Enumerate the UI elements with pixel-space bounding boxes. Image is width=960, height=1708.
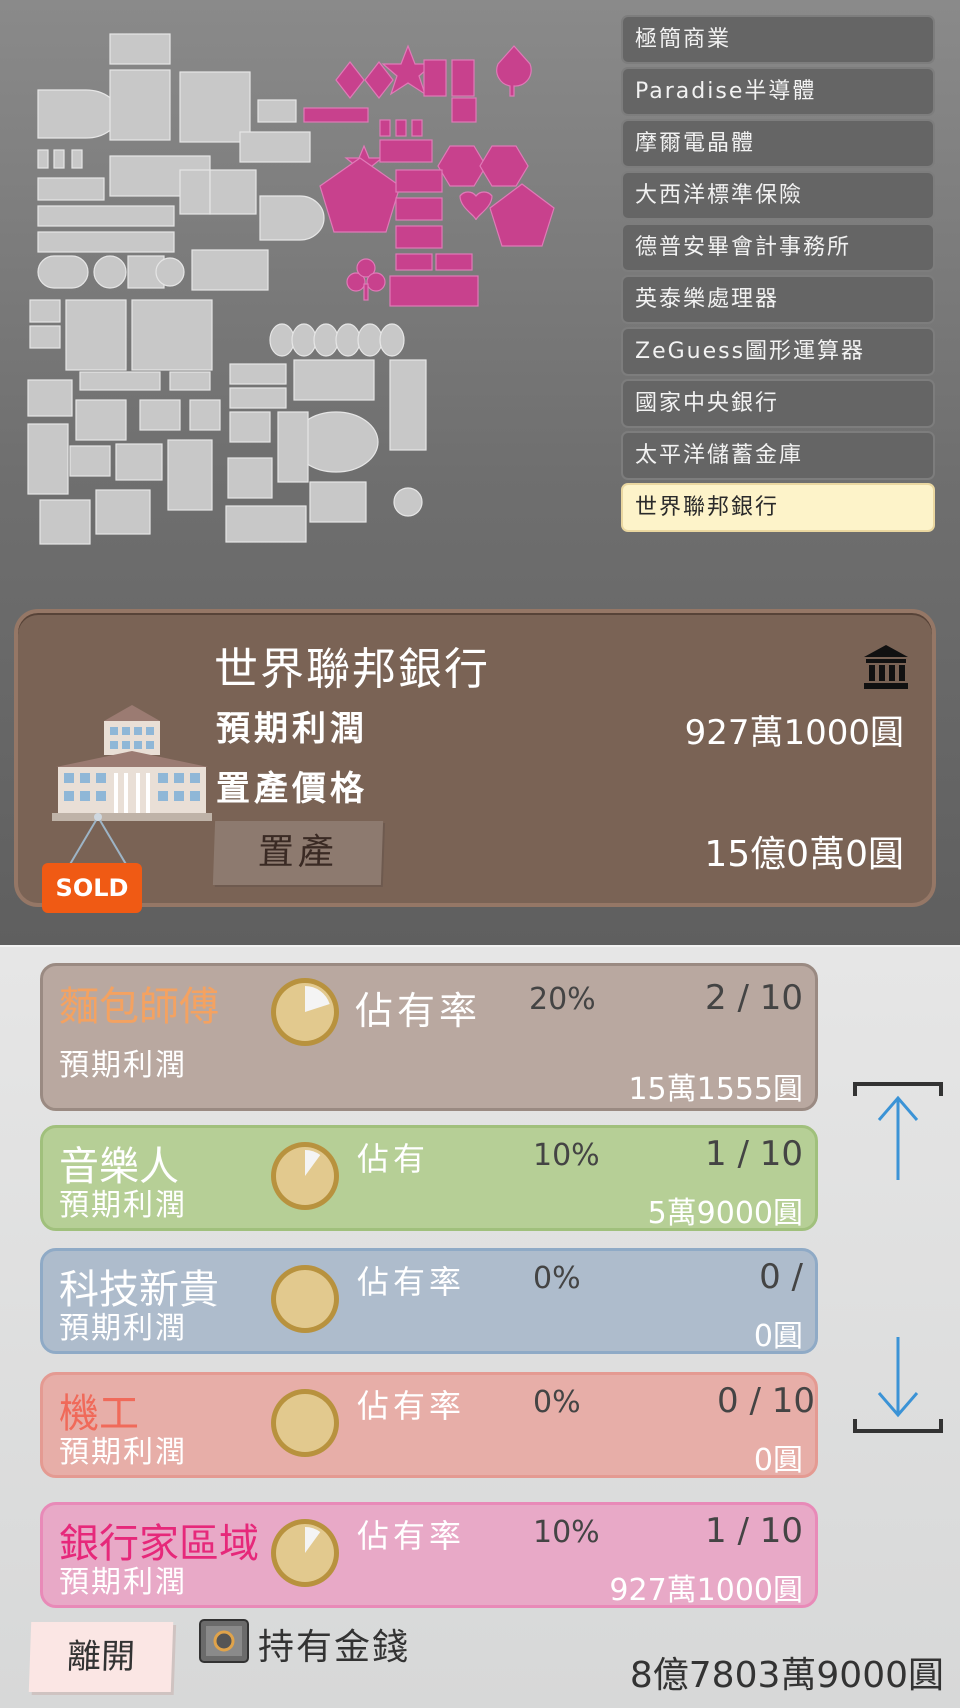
- money-value: 8億7803萬9000圓: [629, 1655, 944, 1696]
- property-detail-panel: 世界聯邦銀行 預期利潤 927萬1000圓 置產價格 15億0萬0圓 置產 SO…: [14, 609, 936, 913]
- share-label: 佔有率: [357, 1517, 466, 1555]
- zone-profit-value: 0圓: [753, 1319, 803, 1354]
- zone-profit-label: 預期利潤: [59, 1435, 187, 1470]
- share-pie-icon: [271, 1389, 339, 1457]
- share-label: 佔有: [357, 1140, 430, 1178]
- company-list-item[interactable]: 大西洋標準保險: [621, 171, 935, 220]
- price-label: 置產價格: [216, 769, 368, 809]
- share-pie-icon: [271, 1265, 339, 1333]
- share-pie-icon: [271, 1519, 339, 1587]
- price-value: 15億0萬0圓: [704, 834, 904, 875]
- property-name: 世界聯邦銀行: [214, 644, 490, 695]
- zone-profit-label: 預期利潤: [59, 1048, 187, 1083]
- share-pie-icon: [271, 978, 339, 1046]
- share-pie-icon: [271, 1142, 339, 1210]
- share-count: 1 / 10: [705, 1511, 803, 1551]
- zone-profit-label: 預期利潤: [59, 1188, 187, 1223]
- share-label: 佔有率: [355, 989, 482, 1033]
- share-count: 0 /: [759, 1257, 803, 1297]
- company-list-item[interactable]: ZeGuess圖形運算器: [621, 327, 935, 376]
- share-percent: 10%: [533, 1138, 600, 1173]
- buy-button[interactable]: 置產: [212, 821, 384, 885]
- leave-button[interactable]: 離開: [28, 1622, 174, 1692]
- zone-profit-label: 預期利潤: [59, 1311, 187, 1346]
- zone-profit-label: 預期利潤: [59, 1565, 187, 1600]
- share-count: 0 / 10: [717, 1381, 815, 1421]
- city-map[interactable]: [20, 20, 620, 560]
- company-list-item[interactable]: 德普安畢會計事務所: [621, 223, 935, 272]
- zone-card[interactable]: 麵包師傅預期利潤 佔有率 20% 2 / 10 15萬1555圓: [40, 963, 818, 1111]
- company-list-item[interactable]: 世界聯邦銀行: [621, 483, 935, 532]
- safe-icon: [199, 1619, 249, 1663]
- share-label: 佔有率: [357, 1387, 466, 1425]
- property-screen-top: 極簡商業 Paradise半導體 摩爾電晶體 大西洋標準保險 德普安畢會計事務所 英泰樂處…: [0, 0, 960, 945]
- share-percent: 20%: [529, 982, 596, 1017]
- profit-value: 927萬1000圓: [684, 713, 904, 753]
- zone-profit-value: 15萬1555圓: [628, 1072, 803, 1107]
- sold-badge: SOLD: [42, 863, 142, 913]
- arrow-up-icon[interactable]: [853, 1080, 943, 1190]
- zone-card[interactable]: 銀行家區域 預期利潤 佔有率 10% 1 / 10 927萬1000圓: [40, 1502, 818, 1608]
- company-list-item[interactable]: 太平洋儲蓄金庫: [621, 431, 935, 480]
- share-percent: 0%: [533, 1261, 581, 1296]
- share-percent: 0%: [533, 1385, 581, 1420]
- company-list-item[interactable]: 英泰樂處理器: [621, 275, 935, 324]
- arrow-down-icon[interactable]: [853, 1335, 943, 1435]
- bank-icon: [864, 645, 908, 689]
- zone-name: 麵包師傅: [59, 984, 219, 1030]
- company-list-item[interactable]: Paradise半導體: [621, 67, 935, 116]
- share-percent: 10%: [533, 1515, 600, 1550]
- share-count: 2 / 10: [705, 978, 803, 1018]
- company-list: 極簡商業 Paradise半導體 摩爾電晶體 大西洋標準保險 德普安畢會計事務所 英泰樂處…: [621, 15, 935, 535]
- company-list-item[interactable]: 摩爾電晶體: [621, 119, 935, 168]
- building-icon: [52, 705, 212, 821]
- money-label: 持有金錢: [258, 1627, 411, 1668]
- zone-card[interactable]: 音樂人 預期利潤 佔有 10% 1 / 10 5萬9000圓: [40, 1125, 818, 1231]
- zone-card[interactable]: 機工 預期利潤 佔有率 0% 0 / 10 0圓: [40, 1372, 818, 1478]
- company-list-item[interactable]: 國家中央銀行: [621, 379, 935, 428]
- share-count: 1 / 10: [705, 1134, 803, 1174]
- share-label: 佔有率: [357, 1263, 466, 1301]
- company-list-item[interactable]: 極簡商業: [621, 15, 935, 64]
- zone-profit-value: 5萬9000圓: [647, 1196, 803, 1231]
- zone-profit-value: 0圓: [753, 1443, 803, 1478]
- profit-label: 預期利潤: [216, 709, 368, 749]
- zone-profit-value: 927萬1000圓: [609, 1573, 803, 1608]
- zone-card[interactable]: 科技新貴 預期利潤 佔有率 0% 0 /0圓: [40, 1248, 818, 1354]
